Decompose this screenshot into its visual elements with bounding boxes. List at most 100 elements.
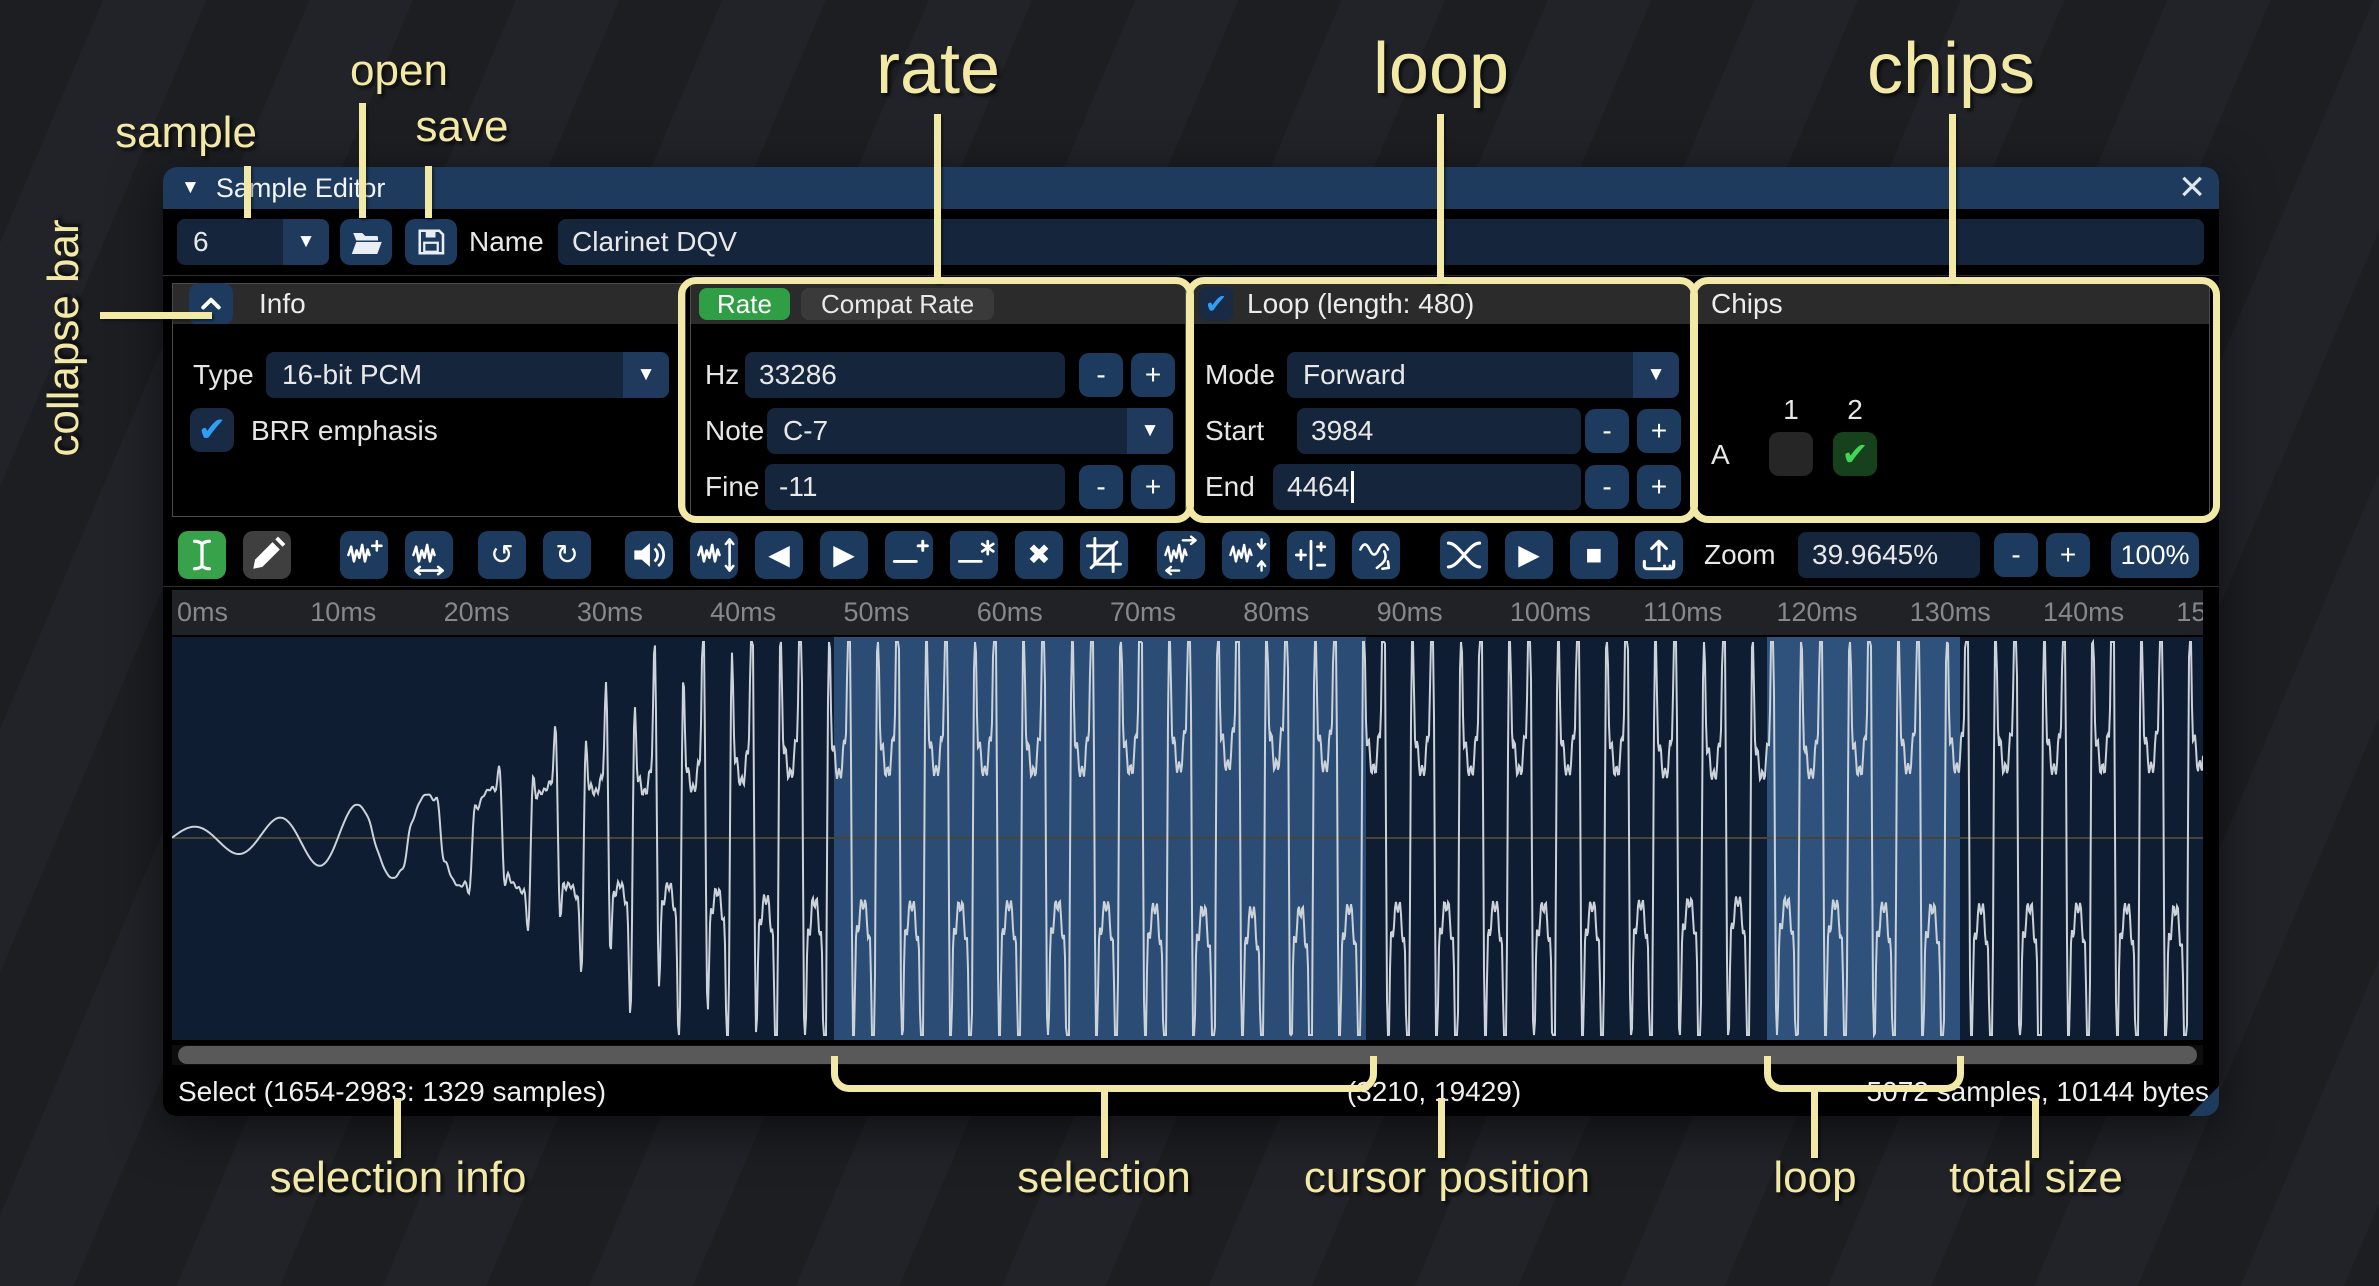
- trim-button[interactable]: [1080, 531, 1128, 579]
- annotation-chips: chips: [1867, 28, 2035, 110]
- annotation-line-loop: [1437, 114, 1444, 283]
- annotation-selection: selection: [1017, 1153, 1191, 1203]
- annotation-line-open: [359, 103, 366, 218]
- export-button[interactable]: [1635, 531, 1683, 579]
- resample-button[interactable]: [405, 531, 453, 579]
- stop-preview-button[interactable]: ■: [1570, 531, 1618, 579]
- ruler-tick-label: 110ms: [1643, 590, 1722, 635]
- fade-in-button[interactable]: ◀: [755, 531, 803, 579]
- crossfade-button[interactable]: [1440, 531, 1488, 579]
- annotation-box-chips: [1690, 277, 2220, 523]
- waveform-view[interactable]: [172, 637, 2203, 1040]
- save-button[interactable]: [405, 219, 457, 265]
- ruler-tick-label: 120ms: [1776, 590, 1857, 635]
- desktop-background: ▼ Sample Editor × 6 ▼ Name Clarinet DQV …: [0, 0, 2379, 1286]
- annotation-sample: sample: [115, 108, 257, 158]
- annotation-line-chips: [1949, 114, 1956, 283]
- annotation-line-loop-bottom: [1811, 1090, 1818, 1158]
- crop-icon: [1082, 533, 1126, 577]
- annotation-line-collapse-bar: [100, 312, 212, 319]
- name-label: Name: [469, 219, 544, 265]
- annotation-line-save: [425, 166, 432, 218]
- timeline-ruler[interactable]: 0ms10ms20ms30ms40ms50ms60ms70ms80ms90ms1…: [172, 590, 2203, 635]
- annotation-selection-info: selection info: [270, 1153, 527, 1203]
- ruler-tick-label: 80ms: [1243, 590, 1309, 635]
- delete-button[interactable]: ✖: [1015, 531, 1063, 579]
- redo-icon: ↻: [555, 541, 578, 569]
- stop-icon: ■: [1586, 541, 1603, 569]
- resize-grip[interactable]: [2189, 1086, 2219, 1116]
- info-section-header: Info: [173, 284, 685, 324]
- zoom-input[interactable]: 39.9645%: [1798, 532, 1980, 578]
- annotation-line-cursor-position: [1438, 1098, 1445, 1158]
- draw-mode-button[interactable]: [243, 531, 291, 579]
- reverse-button[interactable]: [1157, 531, 1205, 579]
- wave-plus-icon: [342, 533, 386, 577]
- annotation-line-rate: [934, 114, 941, 283]
- sample-selector[interactable]: 6 ▼: [177, 219, 329, 265]
- chevron-down-icon[interactable]: ▼: [283, 219, 329, 265]
- filter-button[interactable]: [1352, 531, 1400, 579]
- info-section: Info Type 16-bit PCM ▼ ✔ BRR emphasis: [172, 283, 686, 517]
- window-titlebar[interactable]: ▼ Sample Editor ×: [163, 167, 2219, 209]
- sample-name-input[interactable]: Clarinet DQV: [558, 219, 2204, 265]
- wave-stretch-icon: [407, 533, 451, 577]
- amplify-button[interactable]: [625, 531, 673, 579]
- wave-invert-icon: [1224, 533, 1268, 577]
- apply-silence-button[interactable]: [950, 531, 998, 579]
- folder-open-icon: [348, 224, 384, 260]
- select-mode-button[interactable]: [178, 531, 226, 579]
- invert-button[interactable]: [1222, 531, 1270, 579]
- ruler-tick-label: 100ms: [1510, 590, 1591, 635]
- annotation-line-total-size: [2032, 1098, 2039, 1158]
- annotation-box-rate: [678, 277, 1194, 523]
- annotation-loop-bottom: loop: [1773, 1153, 1856, 1203]
- sample-toolbar: Zoom 39.9645% - + 100% ↺↻◀▶✖▶■: [163, 523, 2219, 583]
- upload-icon: [1637, 533, 1681, 577]
- type-label: Type: [193, 352, 254, 398]
- annotation-box-loop: [1186, 277, 1698, 523]
- check-icon: ✔: [198, 410, 227, 450]
- ruler-tick-label: 60ms: [977, 590, 1043, 635]
- ruler-tick-label: 0ms: [177, 590, 228, 635]
- annotation-loop: loop: [1373, 28, 1509, 110]
- ruler-tick-label: 50ms: [843, 590, 909, 635]
- insert-silence-button[interactable]: [885, 531, 933, 579]
- redo-button[interactable]: ↻: [543, 531, 591, 579]
- undo-icon: ↺: [490, 541, 513, 569]
- ruler-tick-label: 140ms: [2043, 590, 2124, 635]
- open-button[interactable]: [340, 219, 392, 265]
- ruler-tick-label: 30ms: [577, 590, 643, 635]
- undo-button[interactable]: ↺: [478, 531, 526, 579]
- ruler-tick-label: 20ms: [444, 590, 510, 635]
- chevron-down-icon[interactable]: ▼: [623, 352, 669, 398]
- zoom-value: 39.9645%: [1812, 539, 1938, 571]
- type-dropdown[interactable]: 16-bit PCM ▼: [266, 352, 669, 398]
- annotation-line-selection: [1101, 1090, 1108, 1158]
- annotation-rate: rate: [876, 28, 1000, 110]
- collapse-window-icon[interactable]: ▼: [181, 177, 200, 199]
- pencil-icon: [245, 533, 289, 577]
- preview-button[interactable]: ▶: [1505, 531, 1553, 579]
- zoom-in-button[interactable]: +: [2046, 533, 2090, 577]
- filter-icon: [1354, 533, 1398, 577]
- annotation-bracket-selection: [831, 1056, 1377, 1092]
- annotation-line-sample: [244, 166, 251, 218]
- resize-button[interactable]: [340, 531, 388, 579]
- close-icon[interactable]: ×: [2179, 167, 2205, 210]
- type-dropdown-value: 16-bit PCM: [282, 352, 422, 398]
- silence-star-icon: [952, 533, 996, 577]
- zoom-reset-button[interactable]: 100%: [2111, 532, 2199, 578]
- normalize-button[interactable]: [690, 531, 738, 579]
- selection-info-text: Select (1654-2983: 1329 samples): [178, 1067, 606, 1116]
- brr-emphasis-checkbox[interactable]: ✔: [190, 408, 234, 452]
- fade-out-icon: ▶: [833, 541, 855, 569]
- sign-button[interactable]: [1287, 531, 1335, 579]
- ruler-tick-label: 70ms: [1110, 590, 1176, 635]
- cross-icon: ✖: [1027, 541, 1050, 569]
- ruler-tick-label: 10ms: [310, 590, 376, 635]
- sign-icon: [1289, 533, 1333, 577]
- ibeam-icon: [180, 533, 224, 577]
- zoom-out-button[interactable]: -: [1994, 533, 2038, 577]
- fade-out-button[interactable]: ▶: [820, 531, 868, 579]
